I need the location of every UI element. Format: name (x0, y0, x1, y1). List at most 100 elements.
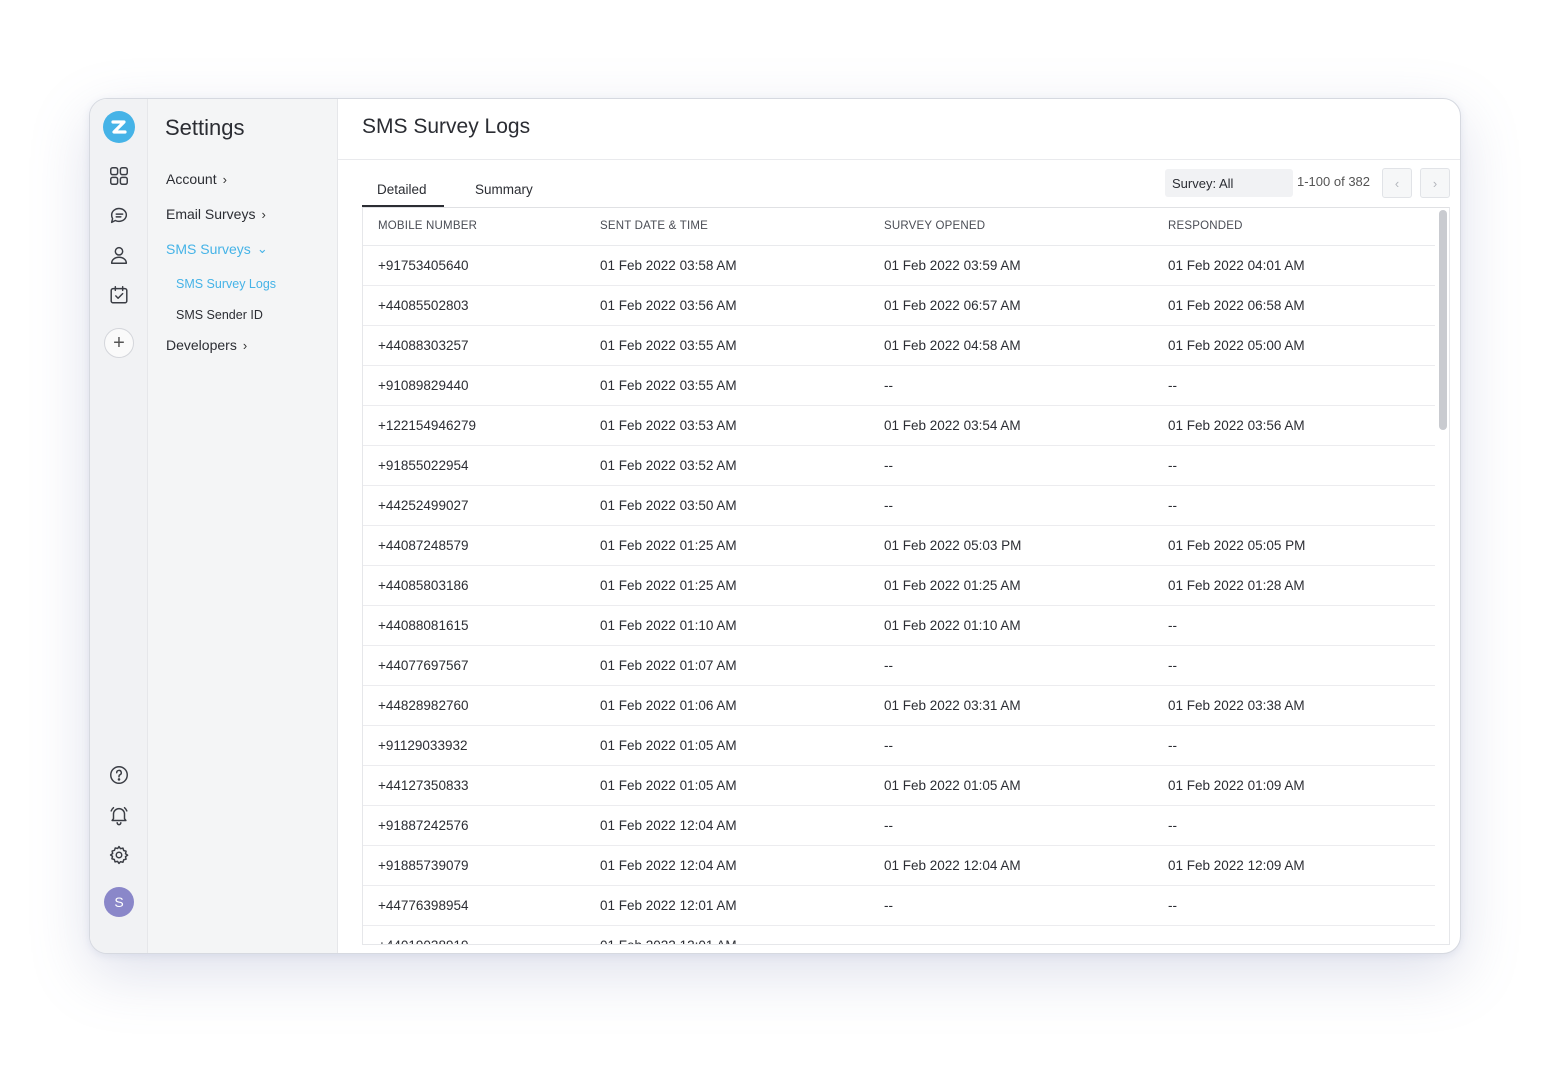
table-cell: -- (869, 645, 1153, 686)
table-cell: -- (1153, 645, 1435, 686)
table-cell: +44087248579 (363, 525, 585, 566)
column-header[interactable]: RESPONDED (1153, 208, 1435, 246)
table-cell: 01 Feb 2022 03:58 AM (585, 245, 869, 286)
table-cell: 01 Feb 2022 01:05 AM (585, 765, 869, 806)
table-row[interactable]: +44077697567 01 Feb 2022 01:07 AM -- -- (363, 645, 1435, 686)
chat-icon[interactable] (107, 203, 131, 227)
tab-detailed[interactable]: Detailed (362, 171, 444, 207)
scrollbar-thumb[interactable] (1439, 210, 1447, 430)
table-cell (1153, 925, 1435, 944)
tab-summary[interactable]: Summary (460, 171, 548, 207)
table-row[interactable]: +44088081615 01 Feb 2022 01:10 AM 01 Feb 2… (363, 605, 1435, 646)
table-cell: -- (1153, 365, 1435, 406)
table-cell: -- (869, 445, 1153, 486)
chevron-right-icon: › (222, 171, 227, 187)
table-cell: -- (1153, 885, 1435, 926)
table-cell: 01 Feb 2022 03:52 AM (585, 445, 869, 486)
table-cell: -- (869, 805, 1153, 846)
add-icon[interactable]: + (104, 328, 134, 358)
nav-account[interactable]: Account › (166, 171, 227, 187)
table-cell: -- (869, 365, 1153, 406)
logs-table-container[interactable]: MOBILE NUMBER SENT DATE & TIME SURVEY OP… (362, 207, 1450, 945)
nav-email-surveys[interactable]: Email Surveys › (166, 206, 266, 222)
chevron-right-icon: › (261, 206, 266, 222)
next-page-button[interactable]: › (1420, 168, 1450, 198)
table-cell: -- (1153, 725, 1435, 766)
table-row[interactable]: +44087248579 01 Feb 2022 01:25 AM 01 Feb 2… (363, 525, 1435, 566)
page-title: SMS Survey Logs (362, 115, 531, 138)
table-row[interactable]: +91129033932 01 Feb 2022 01:05 AM -- -- (363, 725, 1435, 766)
notifications-icon[interactable] (107, 803, 131, 827)
table-cell: +44088303257 (363, 325, 585, 366)
table-cell: +91753405640 (363, 245, 585, 286)
nav-sms-survey-logs[interactable]: SMS Survey Logs (176, 277, 276, 291)
table-cell: -- (1153, 605, 1435, 646)
chevron-down-icon: ⌄ (256, 241, 268, 256)
table-scrollbar[interactable] (1439, 210, 1447, 942)
table-row[interactable]: +44085502803 01 Feb 2022 03:56 AM 01 Feb 2… (363, 285, 1435, 326)
table-cell: 01 Feb 2022 05:03 PM (869, 525, 1153, 566)
column-header[interactable]: MOBILE NUMBER (363, 208, 585, 246)
table-cell: +91885739079 (363, 845, 585, 886)
table-cell: +91855022954 (363, 445, 585, 486)
main-content: SMS Survey Logs Detailed Summary Survey:… (338, 99, 1460, 953)
avatar[interactable]: S (104, 887, 134, 917)
table-row[interactable]: +44828982760 01 Feb 2022 01:06 AM 01 Feb 2… (363, 685, 1435, 726)
table-row[interactable]: +44085803186 01 Feb 2022 01:25 AM 01 Feb 2… (363, 565, 1435, 606)
table-row[interactable]: +91753405640 01 Feb 2022 03:58 AM 01 Feb 2… (363, 245, 1435, 286)
table-cell: 01 Feb 2022 12:04 AM (585, 845, 869, 886)
table-row[interactable]: +91855022954 01 Feb 2022 03:52 AM -- -- (363, 445, 1435, 486)
table-row[interactable]: +91887242576 01 Feb 2022 12:04 AM -- -- (363, 805, 1435, 846)
table-cell: 01 Feb 2022 05:00 AM (1153, 325, 1435, 366)
table-cell: 01 Feb 2022 01:10 AM (585, 605, 869, 646)
table-row[interactable]: +122154946279 01 Feb 2022 03:53 AM 01 Feb … (363, 405, 1435, 446)
table-cell: +122154946279 (363, 405, 585, 446)
table-row[interactable]: +44252499027 01 Feb 2022 03:50 AM -- -- (363, 485, 1435, 526)
table-cell: 01 Feb 2022 03:31 AM (869, 685, 1153, 726)
nav-sms-sender-id[interactable]: SMS Sender ID (176, 308, 263, 322)
table-cell: +91089829440 (363, 365, 585, 406)
table-row[interactable]: +44019038919 01 Feb 2022 12:01 AM (363, 925, 1435, 944)
table-cell: +44776398954 (363, 885, 585, 926)
table-cell: 01 Feb 2022 01:07 AM (585, 645, 869, 686)
help-icon[interactable] (107, 763, 131, 787)
table-row[interactable]: +44127350833 01 Feb 2022 01:05 AM 01 Feb 2… (363, 765, 1435, 806)
table-cell: -- (869, 725, 1153, 766)
table-cell: 01 Feb 2022 01:10 AM (869, 605, 1153, 646)
table-cell: 01 Feb 2022 12:04 AM (585, 805, 869, 846)
table-cell: 01 Feb 2022 01:05 AM (869, 765, 1153, 806)
table-cell: -- (869, 485, 1153, 526)
table-cell: +44019038919 (363, 925, 585, 944)
table-cell: 01 Feb 2022 12:09 AM (1153, 845, 1435, 886)
tasks-icon[interactable] (107, 283, 131, 307)
table-body: +91753405640 01 Feb 2022 03:58 AM 01 Feb 2… (363, 245, 1435, 944)
table-header-row: MOBILE NUMBER SENT DATE & TIME SURVEY OP… (363, 208, 1435, 246)
settings-icon[interactable] (107, 843, 131, 867)
table-row[interactable]: +44776398954 01 Feb 2022 12:01 AM -- -- (363, 885, 1435, 926)
table-cell: +44085502803 (363, 285, 585, 326)
nav-developers-label: Developers (166, 337, 237, 353)
table-row[interactable]: +44088303257 01 Feb 2022 03:55 AM 01 Feb 2… (363, 325, 1435, 366)
nav-developers[interactable]: Developers › (166, 337, 247, 353)
dashboard-icon[interactable] (107, 164, 131, 188)
prev-page-button[interactable]: ‹ (1382, 168, 1412, 198)
icon-rail: + S (90, 99, 148, 953)
app-window: + S Settings Account › Email Surveys › S… (89, 98, 1461, 954)
survey-filter-select[interactable]: Survey: All (1165, 169, 1293, 197)
contacts-icon[interactable] (107, 243, 131, 267)
table-row[interactable]: +91885739079 01 Feb 2022 12:04 AM 01 Feb 2… (363, 845, 1435, 886)
column-header[interactable]: SENT DATE & TIME (585, 208, 869, 246)
table-cell: 01 Feb 2022 01:06 AM (585, 685, 869, 726)
column-header[interactable]: SURVEY OPENED (869, 208, 1153, 246)
table-row[interactable]: +91089829440 01 Feb 2022 03:55 AM -- -- (363, 365, 1435, 406)
nav-sms-surveys[interactable]: SMS Surveys ⌄ (166, 241, 268, 257)
logo-icon[interactable] (103, 111, 135, 143)
table-cell: 01 Feb 2022 04:58 AM (869, 325, 1153, 366)
table-cell: 01 Feb 2022 12:01 AM (585, 885, 869, 926)
table-cell: +44088081615 (363, 605, 585, 646)
chevron-left-icon: ‹ (1394, 175, 1400, 191)
table-cell: +44828982760 (363, 685, 585, 726)
header-divider (338, 159, 1460, 160)
table-cell: 01 Feb 2022 03:55 AM (585, 325, 869, 366)
table-cell: 01 Feb 2022 01:05 AM (585, 725, 869, 766)
